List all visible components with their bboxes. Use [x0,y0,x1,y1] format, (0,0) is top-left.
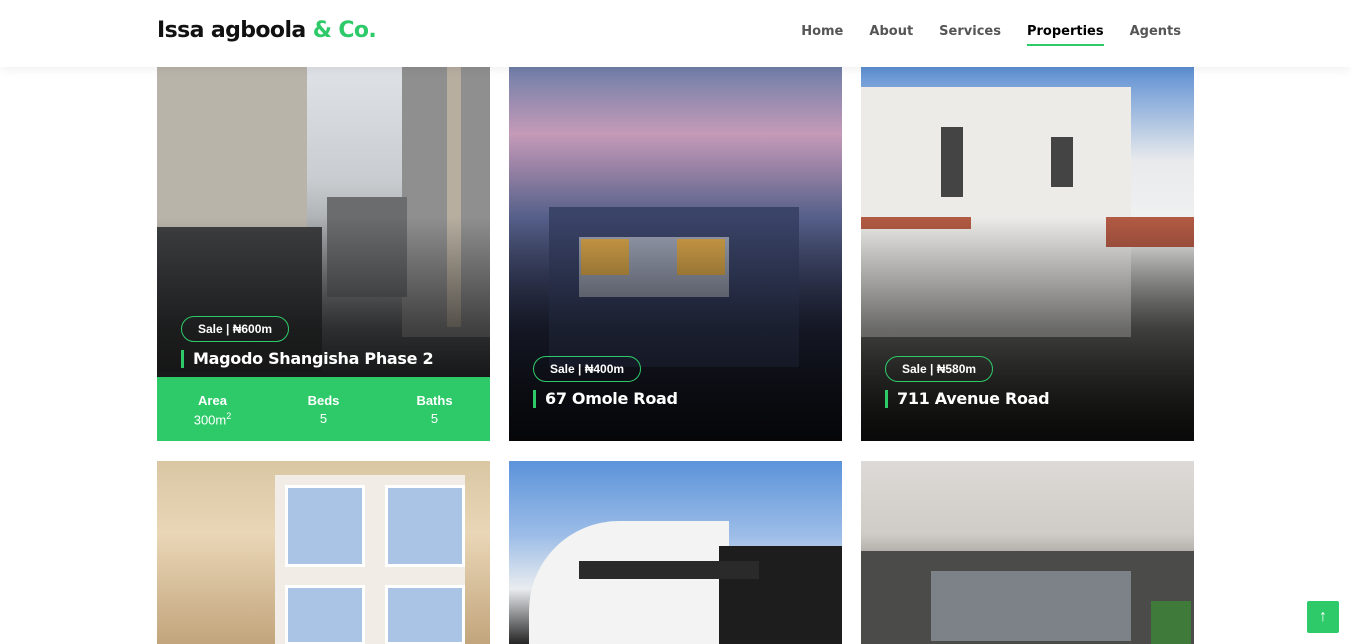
property-card[interactable]: Sale | ₦580m 711 Avenue Road [861,67,1194,441]
property-image [861,461,1194,644]
price-badge: Sale | ₦400m [533,356,642,382]
stat-baths-label: Baths [416,393,453,408]
price-badge: Sale | ₦580m [885,356,994,382]
stat-area-value: 300m [193,412,227,428]
navbar: Issa agboola & Co. Home About Services P… [0,0,1351,67]
stat-baths-value: 5 [430,411,439,426]
property-title[interactable]: 67 Omole Road [533,390,678,408]
stat-beds-value: 5 [319,411,328,426]
property-stats: Area 300m2 Beds 5 Baths 5 [157,377,490,441]
scroll-top-button[interactable]: ↑ [1307,601,1339,633]
stat-area-label: Area [198,393,227,408]
stat-beds: Beds 5 [279,393,369,441]
nav-home[interactable]: Home [801,24,843,46]
brand-accent: & Co. [312,18,377,43]
property-card[interactable]: Sale | ₦600m Magodo Shangisha Phase 2 Ar… [157,67,490,441]
image-overlay [509,67,842,441]
property-image [157,461,490,644]
nav-properties[interactable]: Properties [1026,24,1104,46]
brand-name: Issa agboola [157,18,306,43]
nav-about[interactable]: About [869,24,913,46]
stat-baths: Baths 5 [390,393,480,441]
arrow-up-icon: ↑ [1319,608,1327,625]
property-title[interactable]: 711 Avenue Road [885,390,1050,408]
image-overlay [861,67,1194,441]
stat-beds-label: Beds [307,393,340,408]
property-card[interactable] [861,461,1194,644]
stat-area: Area 300m2 [168,393,258,441]
price-badge: Sale | ₦600m [181,316,290,342]
property-title[interactable]: Magodo Shangisha Phase 2 [181,350,434,368]
property-card[interactable] [157,461,490,644]
nav-services[interactable]: Services [939,24,1001,46]
nav-agents[interactable]: Agents [1130,24,1181,46]
property-image [509,461,842,644]
stat-area-unit: 2 [226,411,232,421]
property-card[interactable] [509,461,842,644]
brand-logo[interactable]: Issa agboola & Co. [157,18,377,43]
property-card[interactable]: Sale | ₦400m 67 Omole Road [509,67,842,441]
main-nav: Home About Services Properties Agents [801,24,1181,46]
